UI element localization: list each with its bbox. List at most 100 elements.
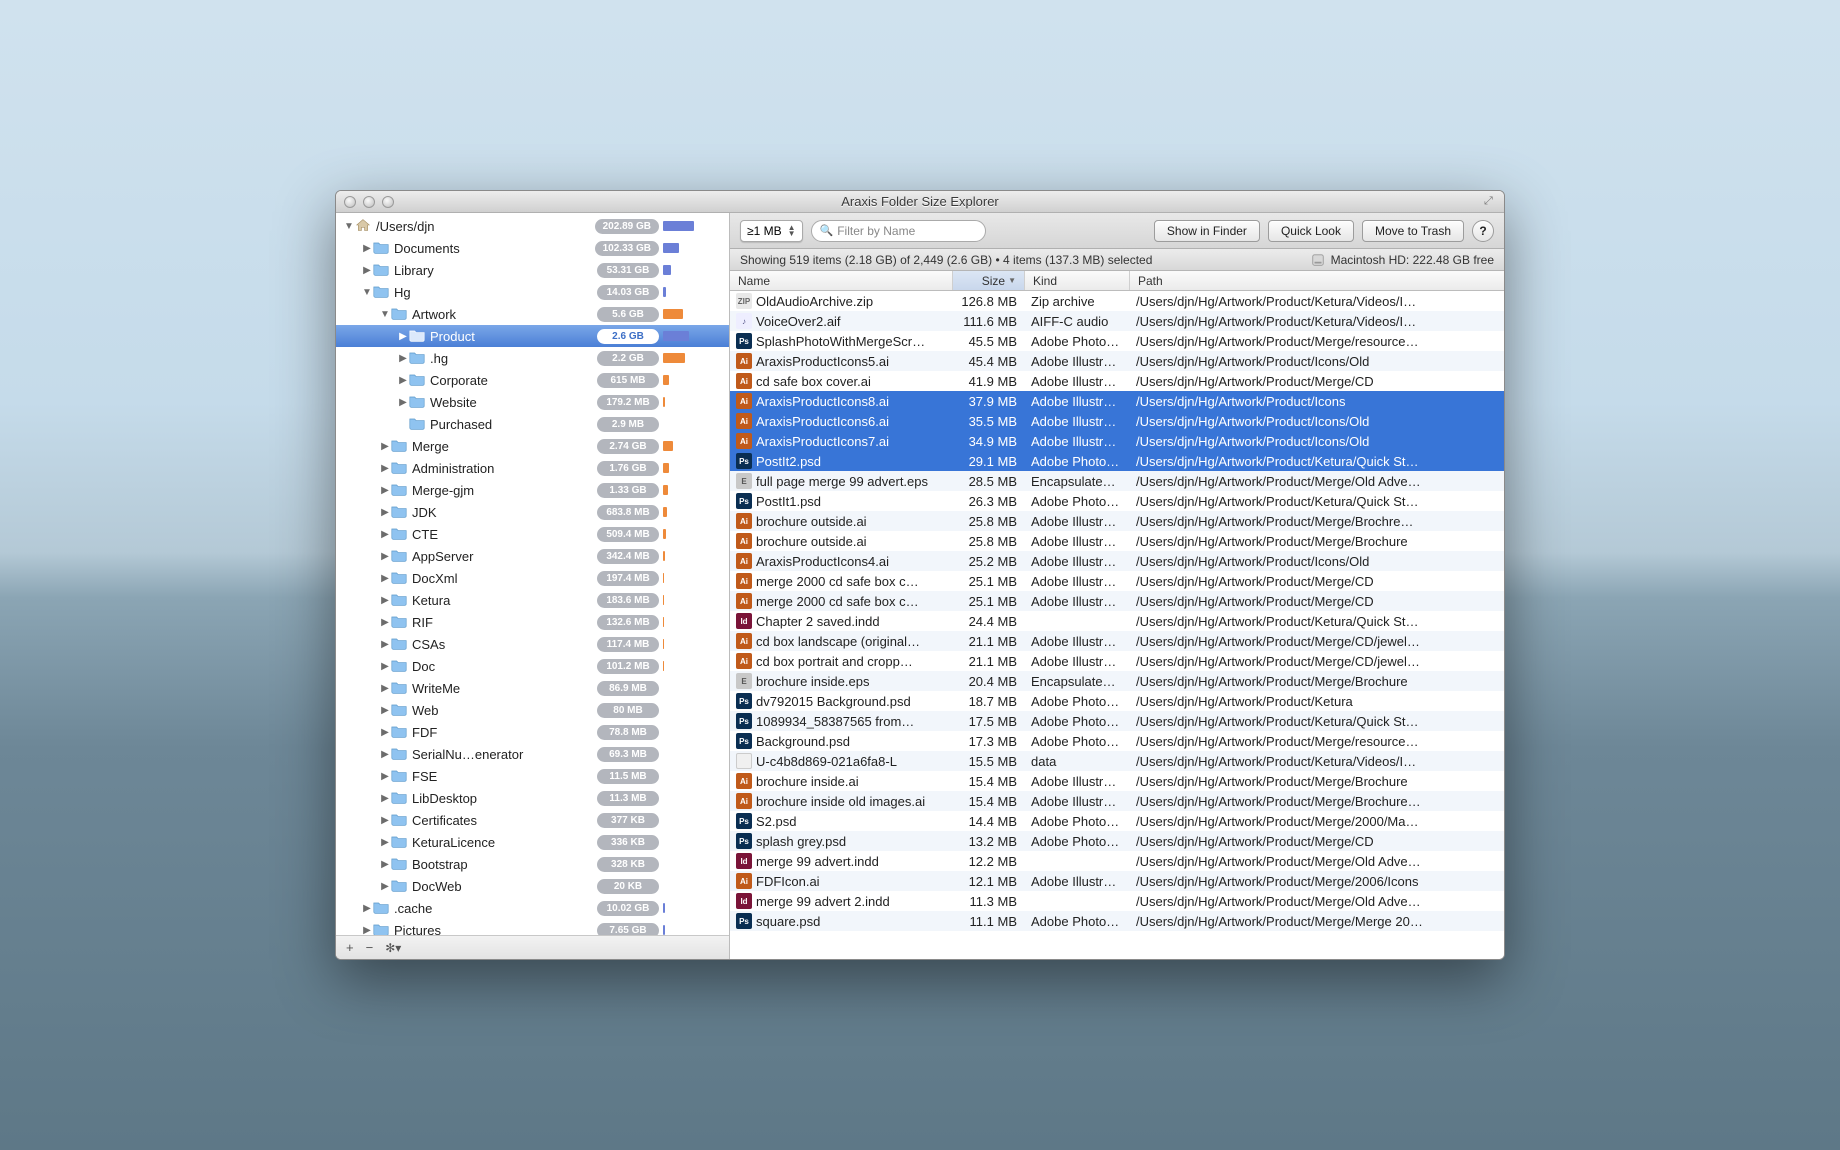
tree-row[interactable]: ▶Web80 MB (336, 699, 729, 721)
disclosure-triangle-icon[interactable]: ▶ (380, 771, 390, 782)
disclosure-triangle-icon[interactable]: ▶ (362, 925, 372, 936)
tree-row[interactable]: ▶.hg2.2 GB (336, 347, 729, 369)
disclosure-triangle-icon[interactable]: ▶ (380, 595, 390, 606)
tree-row[interactable]: ▶FDF78.8 MB (336, 721, 729, 743)
tree-row[interactable]: ▶DocWeb20 KB (336, 875, 729, 897)
file-row[interactable]: Aicd safe box cover.ai41.9 MBAdobe Illus… (730, 371, 1504, 391)
add-button[interactable]: + (346, 940, 354, 955)
tree-row[interactable]: ▶WriteMe86.9 MB (336, 677, 729, 699)
tree-row[interactable]: ▶JDK683.8 MB (336, 501, 729, 523)
tree-row[interactable]: ▶Merge-gjm1.33 GB (336, 479, 729, 501)
gear-menu[interactable]: ✻▾ (385, 941, 401, 955)
file-row[interactable]: AiAraxisProductIcons5.ai45.4 MBAdobe Ill… (730, 351, 1504, 371)
column-size[interactable]: Size▼ (953, 271, 1025, 290)
disclosure-triangle-icon[interactable]: ▶ (362, 903, 372, 914)
file-row[interactable]: Aicd box portrait and cropp…21.1 MBAdobe… (730, 651, 1504, 671)
remove-button[interactable]: − (366, 940, 374, 955)
disclosure-triangle-icon[interactable]: ▶ (398, 397, 408, 408)
tree-row[interactable]: ▶Corporate615 MB (336, 369, 729, 391)
file-row[interactable]: U-c4b8d869-021a6fa8-L15.5 MBdata/Users/d… (730, 751, 1504, 771)
tree-row[interactable]: ▶Documents102.33 GB (336, 237, 729, 259)
file-row[interactable]: Ebrochure inside.eps20.4 MBEncapsulate…/… (730, 671, 1504, 691)
tree-row[interactable]: ▶Administration1.76 GB (336, 457, 729, 479)
file-row[interactable]: PsS2.psd14.4 MBAdobe Photo…/Users/djn/Hg… (730, 811, 1504, 831)
tree-row[interactable]: ▶CSAs117.4 MB (336, 633, 729, 655)
disclosure-triangle-icon[interactable]: ▶ (380, 837, 390, 848)
tree-row[interactable]: ▶SerialNu…enerator69.3 MB (336, 743, 729, 765)
disclosure-triangle-icon[interactable]: ▶ (380, 441, 390, 452)
titlebar[interactable]: Araxis Folder Size Explorer ⤢ (336, 191, 1504, 213)
size-filter-select[interactable]: ≥1 MB ▲▼ (740, 220, 803, 242)
file-row[interactable]: PsPostIt1.psd26.3 MBAdobe Photo…/Users/d… (730, 491, 1504, 511)
tree-row[interactable]: ▶AppServer342.4 MB (336, 545, 729, 567)
file-row[interactable]: AiAraxisProductIcons6.ai35.5 MBAdobe Ill… (730, 411, 1504, 431)
file-row[interactable]: PsPostIt2.psd29.1 MBAdobe Photo…/Users/d… (730, 451, 1504, 471)
tree-row[interactable]: ▼Artwork5.6 GB (336, 303, 729, 325)
tree-row[interactable]: ▶Product2.6 GB (336, 325, 729, 347)
file-row[interactable]: Aibrochure inside.ai15.4 MBAdobe Illustr… (730, 771, 1504, 791)
disclosure-triangle-icon[interactable]: ▶ (380, 793, 390, 804)
column-kind[interactable]: Kind (1025, 271, 1130, 290)
disclosure-triangle-icon[interactable]: ▶ (380, 683, 390, 694)
file-row[interactable]: ZIPOldAudioArchive.zip126.8 MBZip archiv… (730, 291, 1504, 311)
file-row[interactable]: Aibrochure inside old images.ai15.4 MBAd… (730, 791, 1504, 811)
disclosure-triangle-icon[interactable]: ▶ (398, 353, 408, 364)
disclosure-triangle-icon[interactable]: ▼ (362, 287, 372, 298)
disclosure-triangle-icon[interactable]: ▶ (380, 727, 390, 738)
file-list[interactable]: ZIPOldAudioArchive.zip126.8 MBZip archiv… (730, 291, 1504, 959)
disclosure-triangle-icon[interactable]: ▶ (380, 749, 390, 760)
file-row[interactable]: Efull page merge 99 advert.eps28.5 MBEnc… (730, 471, 1504, 491)
disclosure-triangle-icon[interactable]: ▶ (398, 331, 408, 342)
file-row[interactable]: Pssquare.psd11.1 MBAdobe Photo…/Users/dj… (730, 911, 1504, 931)
tree-row[interactable]: ▼Hg14.03 GB (336, 281, 729, 303)
disclosure-triangle-icon[interactable]: ▶ (380, 485, 390, 496)
tree-row[interactable]: ▶Library53.31 GB (336, 259, 729, 281)
disclosure-triangle-icon[interactable]: ▶ (380, 463, 390, 474)
file-row[interactable]: ♪VoiceOver2.aif111.6 MBAIFF-C audio/User… (730, 311, 1504, 331)
disclosure-triangle-icon[interactable]: ▼ (380, 309, 390, 320)
column-name[interactable]: Name (730, 271, 953, 290)
move-to-trash-button[interactable]: Move to Trash (1362, 220, 1464, 242)
disclosure-triangle-icon[interactable]: ▶ (380, 617, 390, 628)
file-row[interactable]: Ps1089934_58387565 from…17.5 MBAdobe Pho… (730, 711, 1504, 731)
tree-row[interactable]: ▶RIF132.6 MB (336, 611, 729, 633)
tree-row[interactable]: ▶DocXml197.4 MB (336, 567, 729, 589)
disclosure-triangle-icon[interactable]: ▶ (380, 705, 390, 716)
file-row[interactable]: Aibrochure outside.ai25.8 MBAdobe Illust… (730, 531, 1504, 551)
file-row[interactable]: AiAraxisProductIcons4.ai25.2 MBAdobe Ill… (730, 551, 1504, 571)
disclosure-triangle-icon[interactable]: ▶ (380, 507, 390, 518)
tree-row[interactable]: ▶KeturaLicence336 KB (336, 831, 729, 853)
tree-row[interactable]: ▶Doc101.2 MB (336, 655, 729, 677)
column-path[interactable]: Path (1130, 271, 1504, 290)
tree-row[interactable]: ▶CTE509.4 MB (336, 523, 729, 545)
tree-row[interactable]: ▶Bootstrap328 KB (336, 853, 729, 875)
disclosure-triangle-icon[interactable]: ▶ (380, 639, 390, 650)
show-in-finder-button[interactable]: Show in Finder (1154, 220, 1260, 242)
disclosure-triangle-icon[interactable]: ▶ (380, 881, 390, 892)
tree-row[interactable]: ▶LibDesktop11.3 MB (336, 787, 729, 809)
disclosure-triangle-icon[interactable]: ▶ (362, 243, 372, 254)
file-row[interactable]: PsSplashPhotoWithMergeScr…45.5 MBAdobe P… (730, 331, 1504, 351)
disclosure-triangle-icon[interactable]: ▶ (380, 859, 390, 870)
file-row[interactable]: IdChapter 2 saved.indd24.4 MB/Users/djn/… (730, 611, 1504, 631)
file-row[interactable]: AiAraxisProductIcons7.ai34.9 MBAdobe Ill… (730, 431, 1504, 451)
disclosure-triangle-icon[interactable]: ▶ (380, 573, 390, 584)
search-input[interactable]: 🔍 Filter by Name (811, 220, 986, 242)
tree-row[interactable]: ▶.cache10.02 GB (336, 897, 729, 919)
file-row[interactable]: Pssplash grey.psd13.2 MBAdobe Photo…/Use… (730, 831, 1504, 851)
tree-row[interactable]: ▶Website179.2 MB (336, 391, 729, 413)
tree-row[interactable]: ▶Ketura183.6 MB (336, 589, 729, 611)
file-row[interactable]: Idmerge 99 advert.indd12.2 MB/Users/djn/… (730, 851, 1504, 871)
file-row[interactable]: PsBackground.psd17.3 MBAdobe Photo…/User… (730, 731, 1504, 751)
disclosure-triangle-icon[interactable]: ▶ (380, 551, 390, 562)
disclosure-triangle-icon[interactable]: ▼ (344, 221, 354, 232)
file-row[interactable]: Aimerge 2000 cd safe box c…25.1 MBAdobe … (730, 591, 1504, 611)
file-row[interactable]: Idmerge 99 advert 2.indd11.3 MB/Users/dj… (730, 891, 1504, 911)
tree-row[interactable]: ▶Merge2.74 GB (336, 435, 729, 457)
disclosure-triangle-icon[interactable]: ▶ (380, 529, 390, 540)
fullscreen-icon[interactable]: ⤢ (1484, 195, 1498, 209)
file-row[interactable]: AiAraxisProductIcons8.ai37.9 MBAdobe Ill… (730, 391, 1504, 411)
tree-row[interactable]: Purchased2.9 MB (336, 413, 729, 435)
folder-tree[interactable]: ▼/Users/djn202.89 GB▶Documents102.33 GB▶… (336, 213, 729, 935)
file-row[interactable]: Psdv792015 Background.psd18.7 MBAdobe Ph… (730, 691, 1504, 711)
